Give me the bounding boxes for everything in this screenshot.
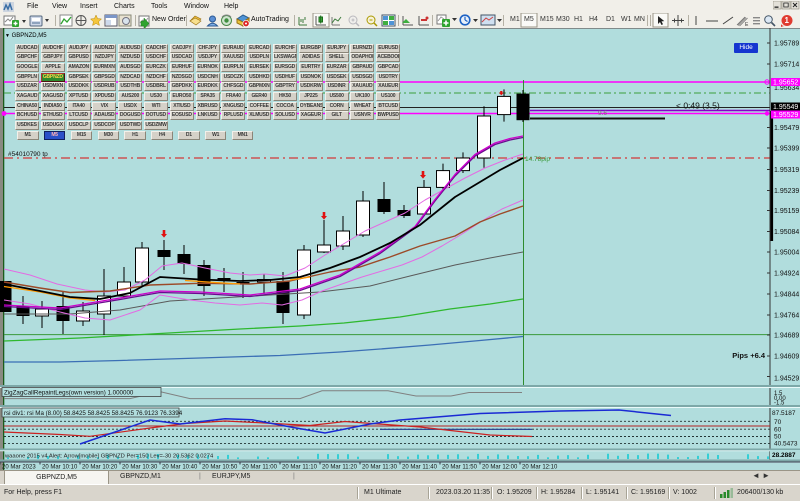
svg-text:1: 1 <box>785 16 790 25</box>
svg-text:1.95084: 1.95084 <box>774 229 799 236</box>
svg-text:1.95399: 1.95399 <box>774 146 799 153</box>
svg-text:1.95319: 1.95319 <box>774 167 799 174</box>
svg-text:waaone 2015 v4 Alert: Arrow[mo: waaone 2015 v4 Alert: Arrow[mobile] GBPN… <box>4 454 214 460</box>
svg-text:14.78pip: 14.78pip <box>525 156 550 163</box>
svg-text:1.95004: 1.95004 <box>774 250 799 257</box>
svg-text:1.94689: 1.94689 <box>774 333 799 340</box>
svg-text:ZigZagCallRepaintLegs(own vers: ZigZagCallRepaintLegs(own version) 1.000… <box>4 390 134 397</box>
svg-text:Pips +6.4: Pips +6.4 <box>732 351 766 360</box>
svg-text:1.95529: 1.95529 <box>773 112 798 119</box>
svg-text:1.94764: 1.94764 <box>774 313 799 320</box>
svg-text:1.95239: 1.95239 <box>774 188 799 195</box>
svg-text:#54010790 tp: #54010790 tp <box>8 151 48 158</box>
svg-text:1.94924: 1.94924 <box>774 271 799 278</box>
svg-text:< 0:49 (3.5): < 0:49 (3.5) <box>676 101 720 111</box>
svg-text:1.95159: 1.95159 <box>774 208 799 215</box>
svg-text:40.5473: 40.5473 <box>774 441 798 448</box>
svg-text:28.2887: 28.2887 <box>772 452 796 459</box>
svg-text:70: 70 <box>774 419 782 426</box>
svg-text:1.94609: 1.94609 <box>774 354 799 361</box>
svg-text:1.95789: 1.95789 <box>774 41 799 48</box>
svg-text:50: 50 <box>774 434 782 441</box>
svg-text:rsi div1: rsi Ma (8.00) 58.842: rsi div1: rsi Ma (8.00) 58.8425 58.8425 … <box>4 410 183 417</box>
svg-text:1.94529: 1.94529 <box>774 376 799 383</box>
svg-text:1.94844: 1.94844 <box>774 292 799 299</box>
svg-text:1.95549: 1.95549 <box>773 104 798 111</box>
svg-text:9.6: 9.6 <box>598 110 607 117</box>
svg-text:87.5187: 87.5187 <box>772 410 796 417</box>
svg-text:60: 60 <box>774 427 782 434</box>
svg-text:1.95479: 1.95479 <box>774 125 799 132</box>
svg-text:1.95714: 1.95714 <box>774 62 799 69</box>
svg-text:1.95652: 1.95652 <box>773 80 798 87</box>
